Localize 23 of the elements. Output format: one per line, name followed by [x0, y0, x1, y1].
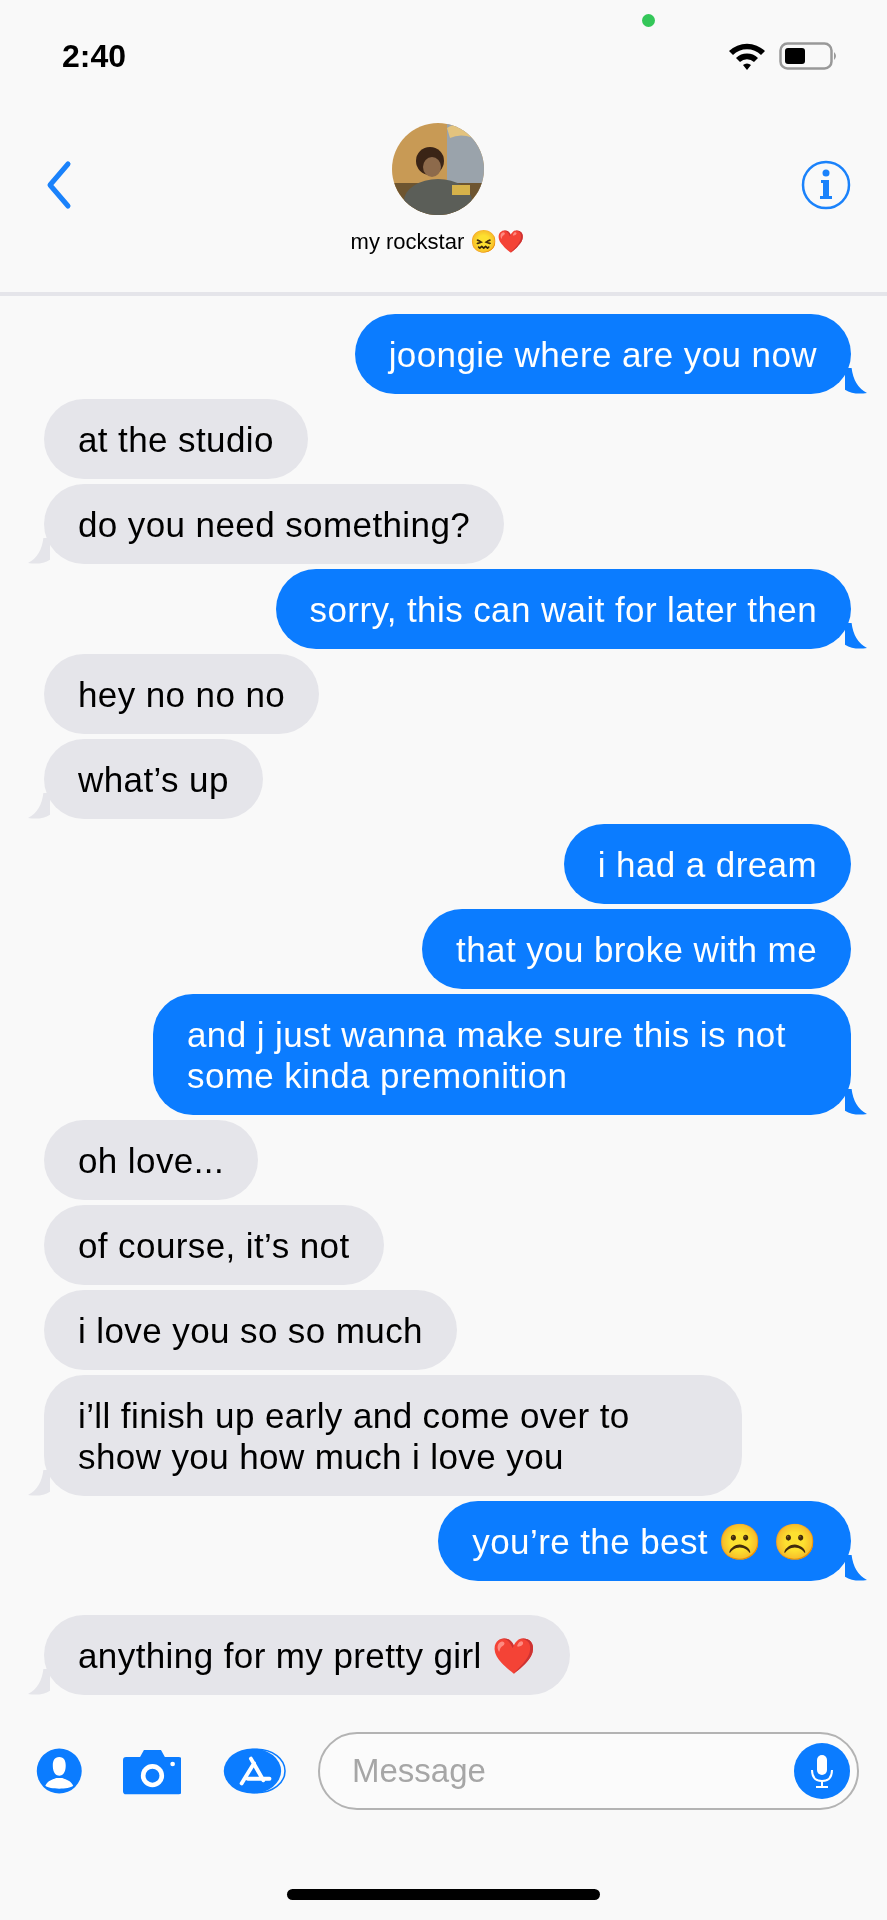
message-bubble: and j just wanna make sure this is not some kinda premonition	[153, 994, 851, 1115]
message-bubble: at the studio	[44, 399, 308, 479]
message-bubble: of course, it’s not	[44, 1205, 384, 1285]
info-icon[interactable]	[801, 160, 851, 210]
message-bubble: you’re the best ☹ ☹	[438, 1501, 851, 1581]
message-bubble: do you need something?	[44, 484, 505, 564]
message-bubble: i’ll finish up early and come over to show you how much i love you	[44, 1375, 742, 1496]
message-bubble: i love you so so much	[44, 1290, 457, 1370]
message-bubble: oh love...	[44, 1120, 259, 1200]
battery-icon	[779, 42, 839, 70]
contact-name[interactable]: my rockstar 😖❤	[350, 229, 525, 255]
message-bubble: what’s up	[44, 739, 263, 819]
message-bubble: sorry, this can wait for later then	[275, 569, 851, 649]
wifi-icon	[727, 41, 767, 71]
microphone-icon[interactable]	[794, 1743, 850, 1799]
camera-indicator-icon	[642, 14, 655, 27]
message-bubble: joongie where are you now	[354, 314, 851, 394]
message-bubble: i had a dream	[563, 824, 851, 904]
message-bubble: that you broke with me	[422, 909, 851, 989]
message-bubble: hey no no no	[44, 654, 320, 734]
message-bubble: anything for my pretty girl ❤	[44, 1615, 571, 1695]
message-field[interactable]: Message	[318, 1732, 859, 1810]
status-time: 2:40	[62, 37, 127, 75]
